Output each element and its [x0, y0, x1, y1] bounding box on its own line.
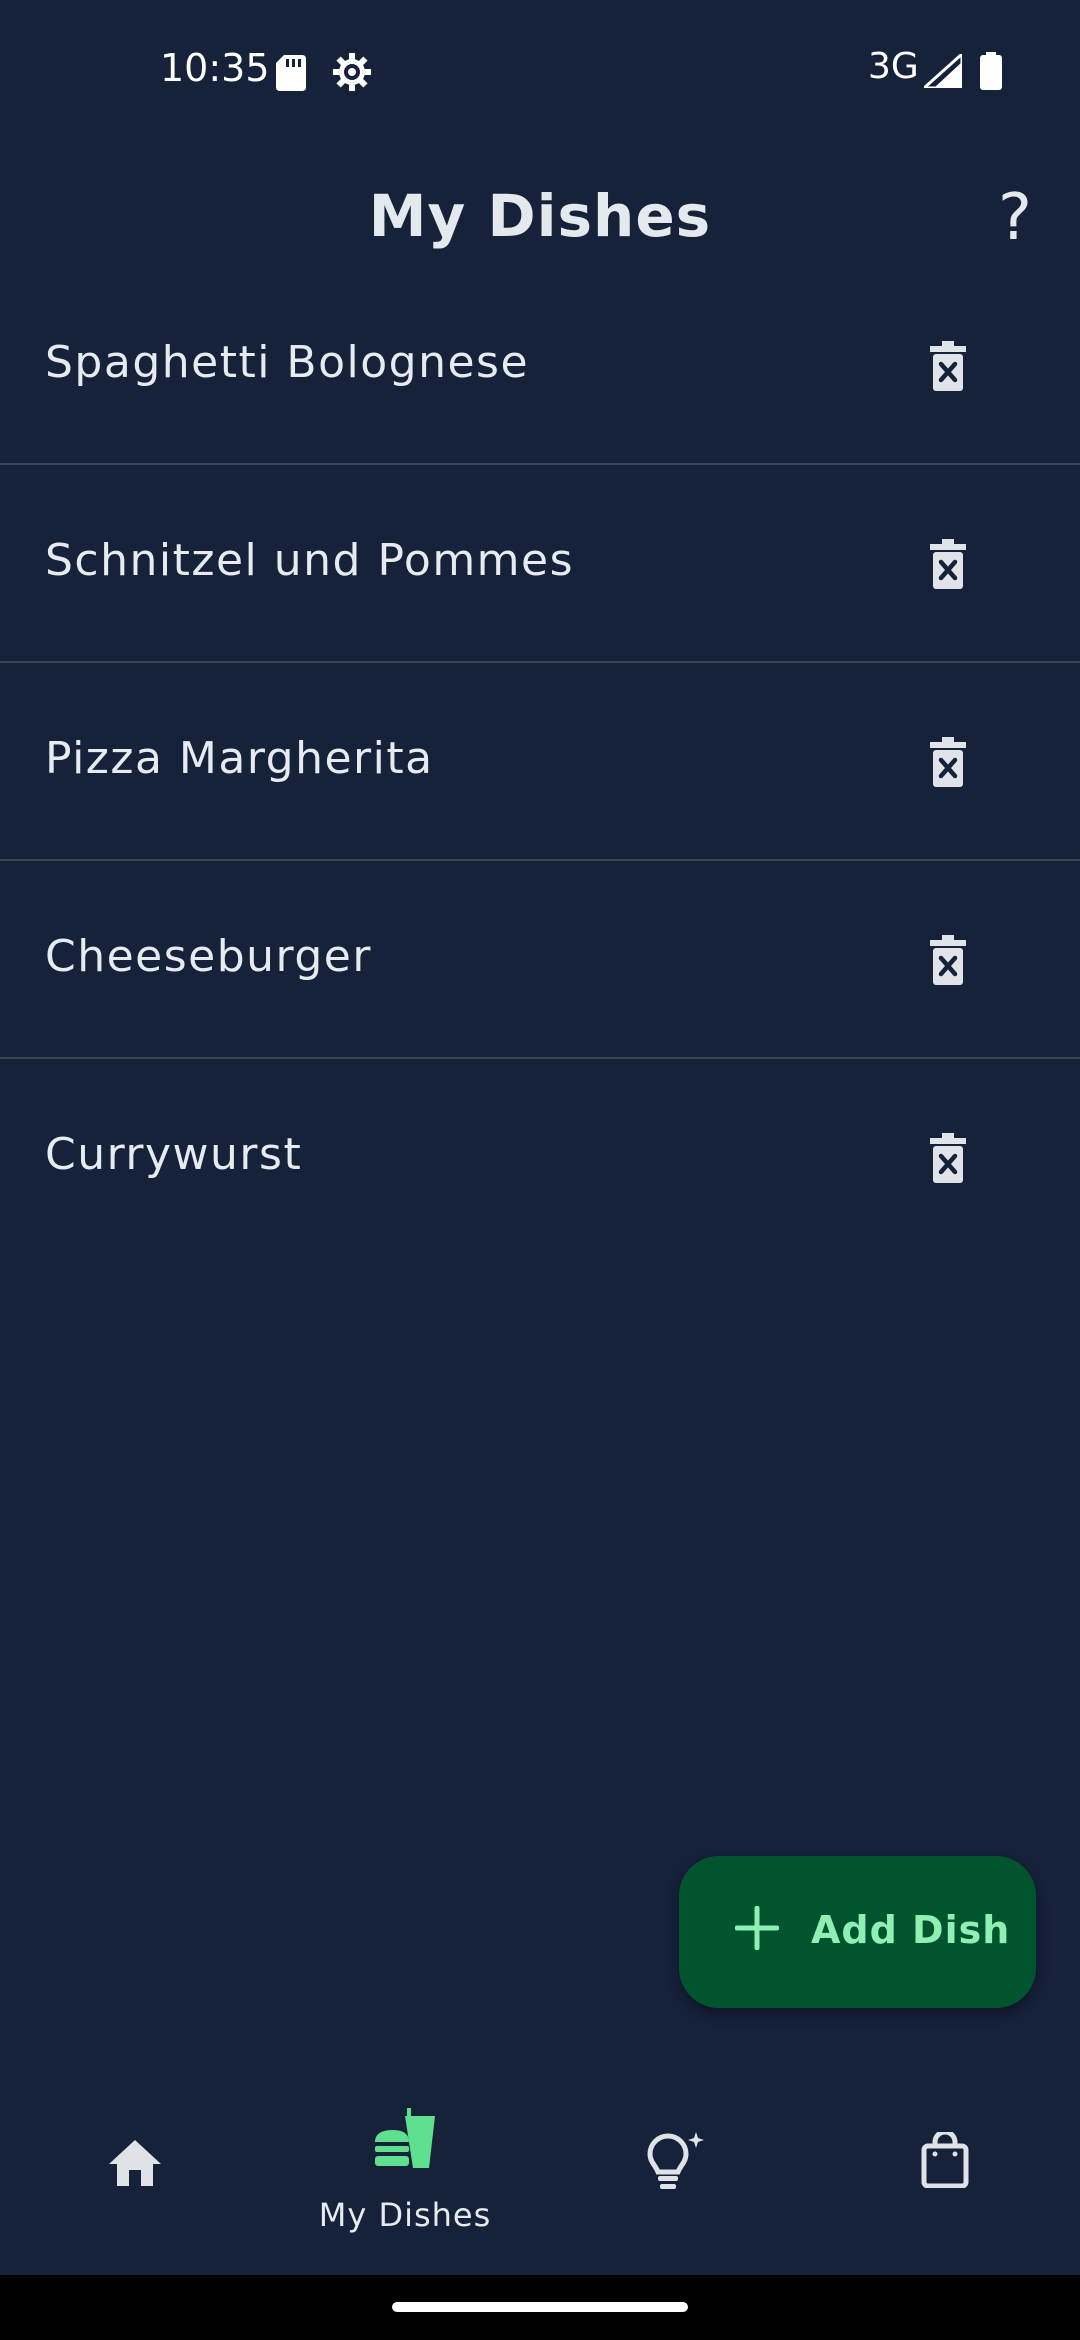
app-bar: My Dishes ? — [0, 150, 1080, 280]
network-type: 3G — [868, 46, 919, 87]
dish-name: Cheeseburger — [45, 931, 372, 982]
dishes-icon — [270, 2106, 540, 2170]
nav-label-my-dishes: My Dishes — [318, 2196, 492, 2234]
list-item[interactable]: Spaghetti Bolognese — [0, 267, 1080, 465]
nav-item-ideas[interactable] — [540, 2090, 810, 2275]
home-icon — [0, 2138, 270, 2188]
sd-card-icon — [276, 55, 306, 95]
delete-icon[interactable] — [918, 927, 978, 993]
status-time: 10:35 — [160, 46, 270, 90]
list-item[interactable]: Currywurst — [0, 1059, 1080, 1257]
page-title: My Dishes — [368, 182, 712, 250]
add-dish-button[interactable]: Add Dish — [679, 1856, 1036, 2008]
delete-icon[interactable] — [918, 531, 978, 597]
delete-icon[interactable] — [918, 1125, 978, 1191]
system-navigation-bar — [0, 2275, 1080, 2340]
nav-item-home[interactable] — [0, 2090, 270, 2275]
settings-gear-icon — [332, 52, 372, 96]
list-item[interactable]: Pizza Margherita — [0, 663, 1080, 861]
dish-name: Schnitzel und Pommes — [45, 535, 575, 586]
delete-icon[interactable] — [918, 333, 978, 399]
dish-name: Spaghetti Bolognese — [45, 337, 530, 388]
plus-icon — [734, 1905, 780, 1954]
list-item[interactable]: Schnitzel und Pommes — [0, 465, 1080, 663]
bottom-navigation: My Dishes — [0, 2090, 1080, 2275]
screen: 10:35 3G My Dishes ? Spaghetti Bolognese… — [0, 0, 1080, 2340]
status-bar: 10:35 3G — [0, 0, 1080, 140]
lightbulb-icon — [540, 2130, 810, 2194]
add-dish-label: Add Dish — [811, 1908, 1011, 1952]
help-button[interactable]: ? — [985, 178, 1045, 258]
signal-icon — [920, 50, 964, 92]
delete-icon[interactable] — [918, 729, 978, 795]
list-item[interactable]: Cheeseburger — [0, 861, 1080, 1059]
dish-name: Currywurst — [45, 1129, 303, 1180]
home-indicator[interactable] — [392, 2302, 688, 2312]
shopping-bag-icon — [810, 2132, 1080, 2188]
dish-name: Pizza Margherita — [45, 733, 434, 784]
nav-item-my-dishes[interactable]: My Dishes — [270, 2090, 540, 2275]
battery-icon — [980, 52, 1002, 94]
nav-item-shopping[interactable] — [810, 2090, 1080, 2275]
dish-list: Spaghetti Bolognese Schnitzel und Pommes… — [0, 267, 1080, 1257]
